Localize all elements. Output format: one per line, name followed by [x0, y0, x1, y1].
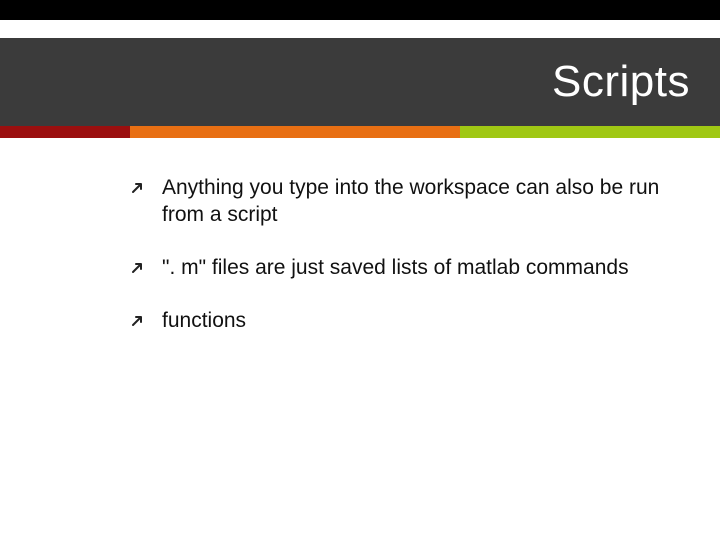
accent-stripe-green: [460, 126, 720, 138]
bullet-text: functions: [162, 308, 670, 335]
slide-body: Anything you type into the workspace can…: [130, 175, 670, 361]
accent-stripe-orange: [130, 126, 460, 138]
top-black-bar: [0, 0, 720, 20]
bullet-arrow-icon: [130, 312, 148, 330]
list-item: Anything you type into the workspace can…: [130, 175, 670, 229]
list-item: functions: [130, 308, 670, 335]
bullet-arrow-icon: [130, 179, 148, 197]
slide: Scripts Anything you type into the works…: [0, 0, 720, 540]
slide-title: Scripts: [552, 57, 690, 107]
title-band: Scripts: [0, 38, 720, 126]
bullet-text: ". m" files are just saved lists of matl…: [162, 255, 670, 282]
accent-stripe: [0, 126, 720, 138]
list-item: ". m" files are just saved lists of matl…: [130, 255, 670, 282]
accent-stripe-red: [0, 126, 130, 138]
bullet-arrow-icon: [130, 259, 148, 277]
bullet-text: Anything you type into the workspace can…: [162, 175, 670, 229]
